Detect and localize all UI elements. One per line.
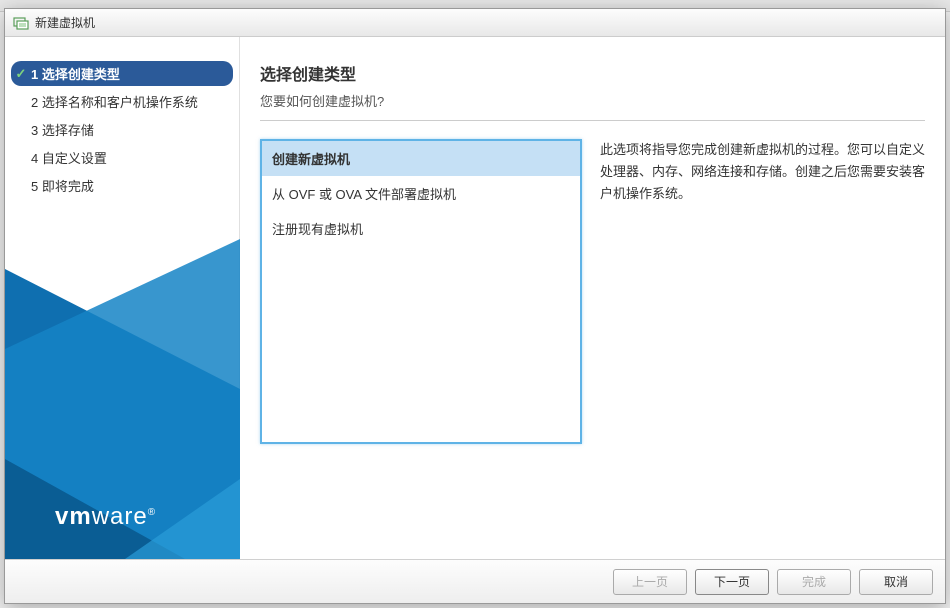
option-create-new-vm[interactable]: 创建新虚拟机 — [262, 141, 580, 176]
wizard-sidebar: ✓ 1 选择创建类型 2 选择名称和客户机操作系统 3 选择存储 4 自定义设置 — [5, 37, 240, 559]
cancel-button[interactable]: 取消 — [859, 569, 933, 595]
dialog-footer: 上一页 下一页 完成 取消 — [5, 559, 945, 603]
step-1[interactable]: ✓ 1 选择创建类型 — [11, 61, 233, 86]
divider — [260, 120, 925, 121]
next-button[interactable]: 下一页 — [695, 569, 769, 595]
checkmark-icon: ✓ — [11, 66, 31, 82]
new-vm-dialog: 新建虚拟机 ✓ 1 选择创建类型 2 选择名称和客户机操作系统 3 选择存储 — [4, 8, 946, 604]
dialog-title: 新建虚拟机 — [35, 14, 95, 31]
sidebar-graphic: vmware® — [5, 169, 240, 559]
finish-button[interactable]: 完成 — [777, 569, 851, 595]
option-register-existing-vm[interactable]: 注册现有虚拟机 — [262, 211, 580, 246]
page-subtitle: 您要如何创建虚拟机? — [260, 91, 925, 110]
vm-icon — [13, 15, 29, 31]
main-panel: 选择创建类型 您要如何创建虚拟机? 创建新虚拟机 从 OVF 或 OVA 文件部… — [240, 37, 945, 559]
vmware-logo: vmware® — [55, 503, 156, 531]
step-2[interactable]: 2 选择名称和客户机操作系统 — [11, 89, 233, 114]
option-description: 此选项将指导您完成创建新虚拟机的过程。您可以自定义处理器、内存、网络连接和存储。… — [600, 139, 925, 547]
option-deploy-ovf-ova[interactable]: 从 OVF 或 OVA 文件部署虚拟机 — [262, 176, 580, 211]
back-button[interactable]: 上一页 — [613, 569, 687, 595]
title-bar: 新建虚拟机 — [5, 9, 945, 37]
step-4[interactable]: 4 自定义设置 — [11, 145, 233, 170]
page-title: 选择创建类型 — [260, 61, 925, 85]
step-3[interactable]: 3 选择存储 — [11, 117, 233, 142]
creation-type-list[interactable]: 创建新虚拟机 从 OVF 或 OVA 文件部署虚拟机 注册现有虚拟机 — [260, 139, 582, 444]
